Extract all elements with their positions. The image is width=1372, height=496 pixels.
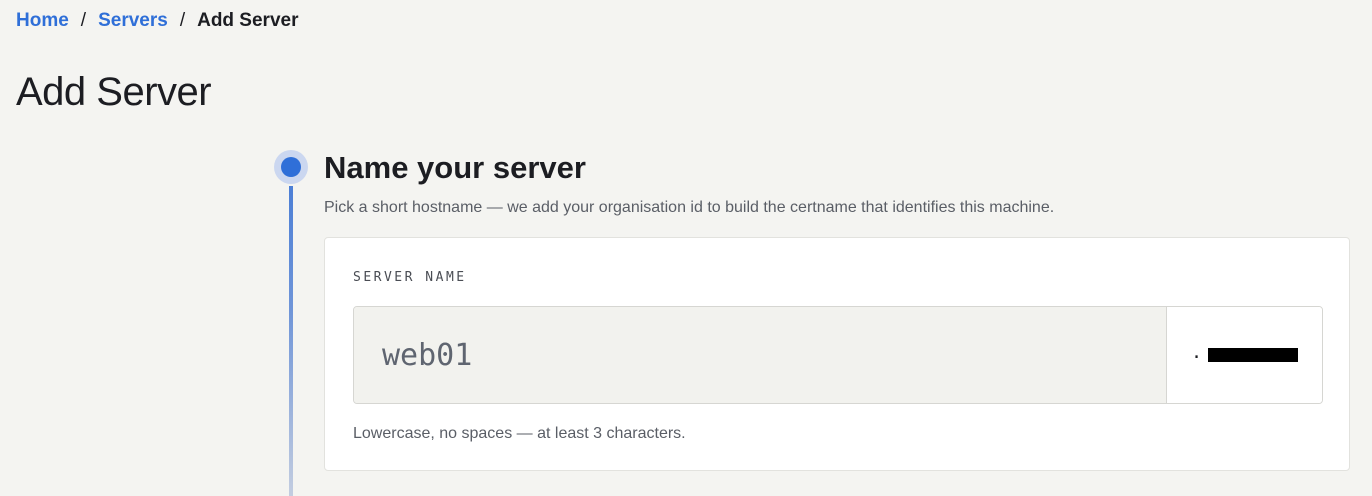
breadcrumb-separator: / [80,10,87,31]
breadcrumb-servers-link[interactable]: Servers [98,10,168,32]
step-title: Name your server [324,150,586,185]
certname-suffix-dot: . [1191,342,1202,363]
server-name-card: SERVER NAME . Lowercase, no spaces — at … [324,237,1350,471]
redacted-organisation-id [1207,348,1298,362]
step-marker-dot [281,157,301,177]
breadcrumb-current: Add Server [197,10,299,31]
certname-suffix: . [1166,307,1322,403]
server-name-hint: Lowercase, no spaces — at least 3 charac… [353,425,686,442]
server-name-label: SERVER NAME [353,270,467,285]
step-marker-active [274,150,308,184]
step-description: Pick a short hostname — we add your orga… [324,199,1055,216]
breadcrumb-home-link[interactable]: Home [16,10,69,32]
step-progress-line [289,186,293,496]
server-name-input-group: . [353,306,1323,404]
server-name-input[interactable] [354,307,1166,403]
breadcrumb-separator: / [179,10,186,31]
breadcrumb: Home / Servers / Add Server [16,8,298,34]
page-title: Add Server [16,70,212,114]
